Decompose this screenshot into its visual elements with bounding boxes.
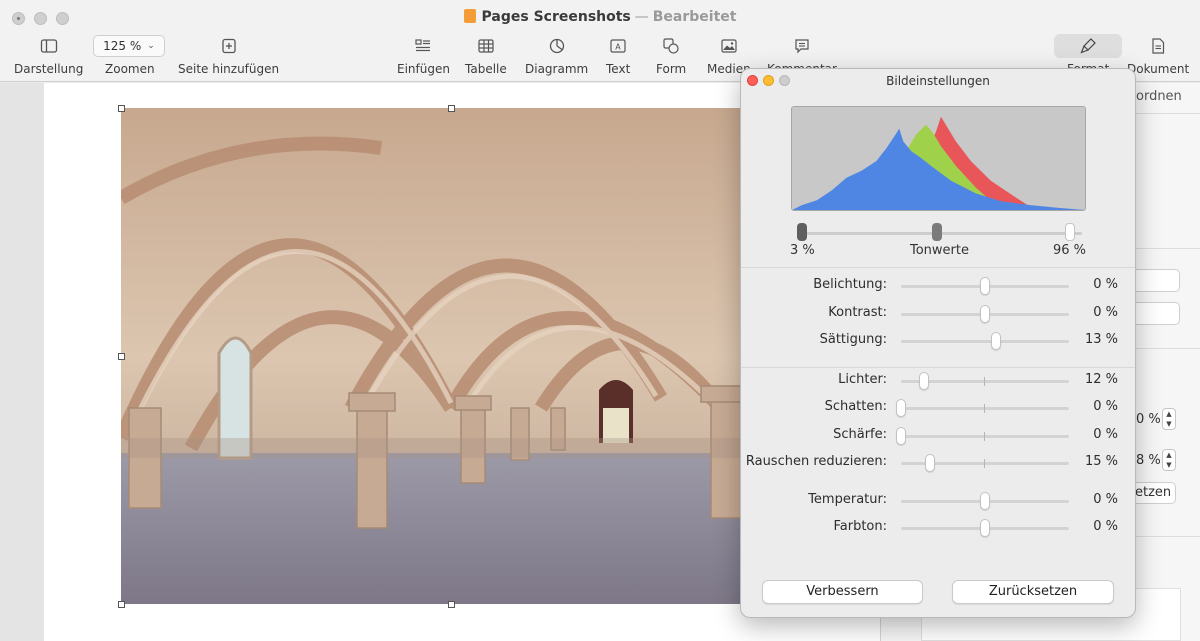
exposure-slider-knob[interactable] bbox=[980, 277, 990, 295]
panel-divider bbox=[741, 267, 1135, 268]
text-button[interactable]: A Text bbox=[606, 36, 630, 76]
sharpness-slider-knob[interactable] bbox=[896, 427, 906, 445]
highlights-slider-knob[interactable] bbox=[919, 372, 930, 390]
tab-arrange-partial[interactable]: ordnen bbox=[1136, 89, 1182, 104]
window-title: Pages Screenshots — Bearbeitet bbox=[0, 9, 1200, 25]
shadows-slider-knob[interactable] bbox=[896, 399, 906, 417]
resize-handle-bottom[interactable] bbox=[448, 601, 455, 608]
shadows-slider[interactable] bbox=[901, 404, 1069, 413]
temperature-slider-knob[interactable] bbox=[980, 492, 990, 510]
reset-button[interactable]: Zurücksetzen bbox=[952, 580, 1114, 604]
table-icon bbox=[465, 36, 507, 56]
resize-handle-left[interactable] bbox=[118, 353, 125, 360]
resize-handle-top[interactable] bbox=[448, 105, 455, 112]
tint-value: 0 % bbox=[1093, 519, 1118, 534]
enhance-button[interactable]: Verbessern bbox=[762, 580, 923, 604]
noise-reduction-label: Rauschen reduzieren: bbox=[745, 454, 887, 469]
document-icon bbox=[1127, 36, 1189, 56]
shape-icon bbox=[656, 36, 686, 56]
image-adjustments-panel: Bildeinstellungen 3 % Tonwerte 96 % Beli… bbox=[740, 68, 1136, 618]
exposure-label: Belichtung: bbox=[813, 277, 887, 292]
levels-white-point-handle[interactable] bbox=[1065, 223, 1075, 241]
insert-button[interactable]: Einfügen bbox=[397, 36, 450, 76]
shadows-label: Schatten: bbox=[824, 399, 887, 414]
sharpness-label: Schärfe: bbox=[833, 427, 887, 442]
sharpness-value: 0 % bbox=[1093, 427, 1118, 442]
shadows-slider-center-tick bbox=[984, 404, 985, 413]
levels-high-value: 96 % bbox=[1053, 243, 1087, 258]
levels-low-value: 3 % bbox=[790, 243, 815, 258]
highlights-slider-center-tick bbox=[984, 377, 985, 386]
temperature-label: Temperatur: bbox=[808, 492, 887, 507]
contrast-value: 0 % bbox=[1093, 305, 1118, 320]
inspector-value-1[interactable]: 0 % bbox=[1136, 412, 1161, 427]
resize-handle-bottom-left[interactable] bbox=[118, 601, 125, 608]
contrast-label: Kontrast: bbox=[828, 305, 887, 320]
panel-title: Bildeinstellungen bbox=[886, 74, 990, 88]
pages-window: Pages Screenshots — Bearbeitet Darstellung… bbox=[0, 0, 1200, 641]
shape-button[interactable]: Form bbox=[656, 36, 686, 76]
comment-icon bbox=[767, 36, 837, 56]
temperature-value: 0 % bbox=[1093, 492, 1118, 507]
levels-black-point-handle[interactable] bbox=[797, 223, 807, 241]
noise-reduction-slider-knob[interactable] bbox=[924, 454, 935, 472]
shadows-value: 0 % bbox=[1093, 399, 1118, 414]
zoom-label: Zoomen bbox=[105, 62, 155, 76]
tint-slider-knob[interactable] bbox=[980, 519, 990, 537]
noise-reduction-value: 15 % bbox=[1084, 454, 1118, 469]
exposure-value: 0 % bbox=[1093, 277, 1118, 292]
zoom-select[interactable]: 125 % ⌄ bbox=[93, 35, 165, 57]
textbox-icon: A bbox=[606, 36, 630, 56]
inspector-stepper-1[interactable]: ▲ ▼ bbox=[1162, 408, 1176, 430]
inspector-stepper-2[interactable]: ▲ ▼ bbox=[1162, 449, 1176, 471]
inspector-value-2[interactable]: 8 % bbox=[1136, 453, 1161, 468]
panel-divider bbox=[741, 367, 1135, 368]
svg-text:A: A bbox=[615, 43, 621, 52]
levels-label: Tonwerte bbox=[910, 243, 969, 258]
chart-button[interactable]: Diagramm bbox=[525, 36, 588, 76]
tint-label: Farbton: bbox=[833, 519, 887, 534]
highlights-label: Lichter: bbox=[838, 372, 887, 387]
insert-icon bbox=[397, 36, 450, 56]
document-button[interactable]: Dokument bbox=[1127, 36, 1189, 76]
chart-icon bbox=[525, 36, 588, 56]
media-icon bbox=[707, 36, 751, 56]
noise-reduction-slider-center-tick bbox=[984, 459, 985, 468]
contrast-slider-knob[interactable] bbox=[980, 305, 990, 323]
pages-app-icon bbox=[463, 9, 476, 23]
resize-handle-top-left[interactable] bbox=[118, 105, 125, 112]
paintbrush-icon bbox=[1067, 36, 1109, 56]
saturation-slider-knob[interactable] bbox=[990, 332, 1001, 350]
selected-image-abbey-vaults[interactable] bbox=[121, 108, 761, 604]
sidebar-icon bbox=[14, 36, 83, 56]
histogram bbox=[791, 106, 1086, 211]
saturation-slider[interactable] bbox=[901, 340, 1069, 343]
sharpness-slider-center-tick bbox=[984, 432, 985, 441]
table-button[interactable]: Tabelle bbox=[465, 36, 507, 76]
saturation-value: 13 % bbox=[1084, 332, 1118, 347]
sharpness-slider[interactable] bbox=[901, 432, 1069, 441]
levels-midtone-handle[interactable] bbox=[932, 223, 942, 241]
highlights-value: 12 % bbox=[1084, 372, 1118, 387]
view-button[interactable]: Darstellung bbox=[14, 36, 83, 76]
add-page-button[interactable]: Seite hinzufügen bbox=[178, 36, 279, 76]
saturation-label: Sättigung: bbox=[819, 332, 887, 347]
add-page-icon bbox=[178, 36, 279, 56]
chevron-down-icon: ⌄ bbox=[147, 41, 155, 51]
